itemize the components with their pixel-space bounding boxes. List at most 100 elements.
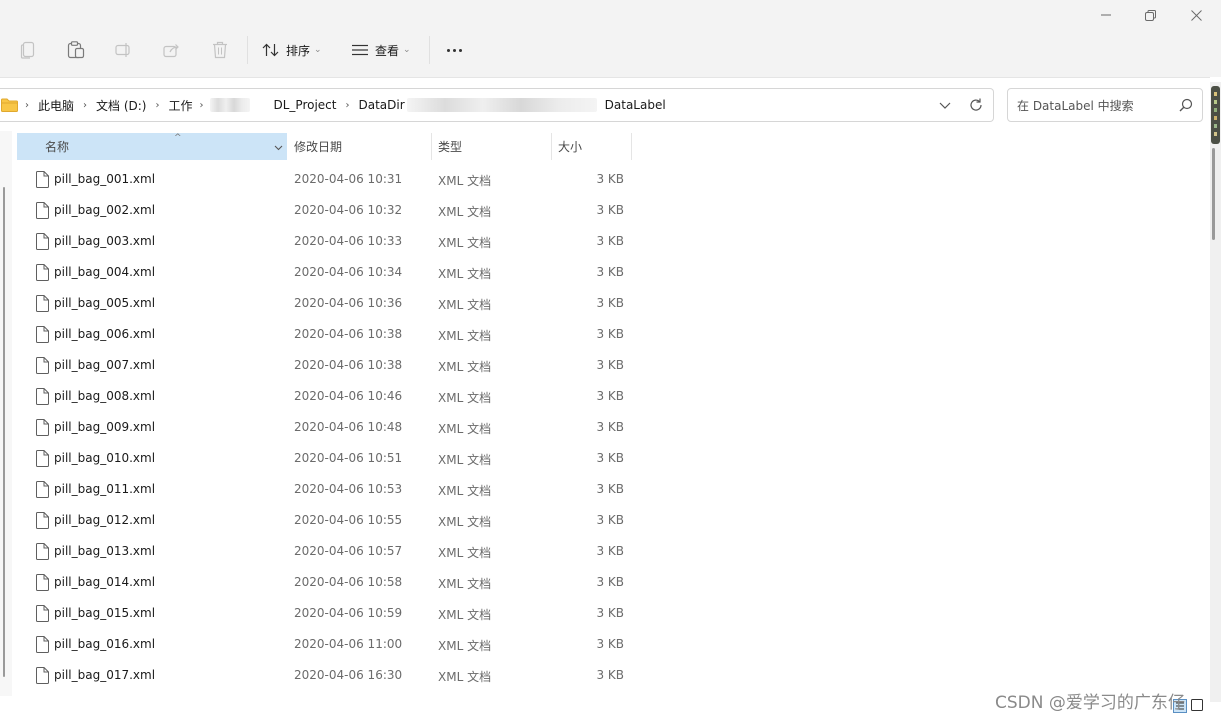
toolbar-separator bbox=[429, 36, 430, 64]
copy-icon bbox=[20, 41, 35, 59]
column-header-date[interactable]: 修改日期 bbox=[287, 133, 432, 160]
file-type: XML 文档 bbox=[438, 298, 492, 312]
file-name: pill_bag_017.xml bbox=[54, 668, 156, 682]
breadcrumb-dl-project[interactable]: DL_Project bbox=[274, 98, 337, 112]
share-icon bbox=[163, 44, 179, 58]
navigation-pane-edge bbox=[0, 131, 12, 696]
redacted-path-segment bbox=[209, 98, 250, 112]
close-button[interactable] bbox=[1173, 4, 1219, 26]
chevron-down-icon bbox=[274, 145, 283, 151]
file-row[interactable]: pill_bag_007.xml 2020-04-06 10:38 XML 文档 3 … bbox=[17, 350, 637, 381]
scrollbar-track-thumb[interactable] bbox=[1212, 148, 1215, 240]
document-icon bbox=[36, 605, 49, 625]
address-bar[interactable]: › 此电脑 › 文档 (D:) › 工作 › › DL_Project › Da… bbox=[0, 88, 994, 122]
file-row[interactable]: pill_bag_003.xml 2020-04-06 10:33 XML 文档 3 … bbox=[17, 226, 637, 257]
file-size: 3 KB bbox=[596, 389, 624, 403]
file-row[interactable]: pill_bag_017.xml 2020-04-06 16:30 XML 文档 3 … bbox=[17, 660, 637, 691]
file-size: 3 KB bbox=[596, 668, 624, 682]
column-headers: 名称 ^ 修改日期 类型 大小 bbox=[0, 131, 1210, 161]
refresh-button[interactable] bbox=[969, 98, 983, 115]
file-date: 2020-04-06 10:55 bbox=[294, 513, 403, 527]
chevron-down-icon: ⌄ bbox=[314, 45, 322, 55]
sort-button[interactable]: 排序 ⌄ bbox=[262, 38, 322, 62]
file-row[interactable]: pill_bag_004.xml 2020-04-06 10:34 XML 文档 3 … bbox=[17, 257, 637, 288]
file-date: 2020-04-06 16:30 bbox=[294, 668, 403, 682]
file-row[interactable]: pill_bag_006.xml 2020-04-06 10:38 XML 文档 3 … bbox=[17, 319, 637, 350]
refresh-icon bbox=[970, 98, 982, 111]
breadcrumb-datadir[interactable]: DataDir bbox=[358, 98, 404, 112]
file-size: 3 KB bbox=[596, 296, 624, 310]
document-icon bbox=[36, 450, 49, 470]
file-name: pill_bag_011.xml bbox=[54, 482, 156, 496]
view-button[interactable]: 查看 ⌄ bbox=[351, 38, 411, 62]
tiles-view-icon[interactable] bbox=[1191, 699, 1203, 711]
column-filter-button[interactable] bbox=[274, 141, 283, 155]
command-bar: 排序 ⌄ 查看 ⌄ bbox=[0, 0, 1221, 77]
document-icon bbox=[36, 512, 49, 532]
file-date: 2020-04-06 10:57 bbox=[294, 544, 403, 558]
file-date: 2020-04-06 10:51 bbox=[294, 451, 403, 465]
document-icon bbox=[36, 326, 49, 346]
column-size-label: 大小 bbox=[558, 140, 583, 154]
minimize-icon bbox=[1101, 14, 1111, 16]
minimize-button[interactable] bbox=[1083, 4, 1129, 26]
file-row[interactable]: pill_bag_002.xml 2020-04-06 10:32 XML 文档 3 … bbox=[17, 195, 637, 226]
file-name: pill_bag_007.xml bbox=[54, 358, 156, 372]
vertical-scrollbar[interactable] bbox=[1210, 82, 1221, 702]
view-label: 查看 bbox=[375, 43, 400, 58]
column-header-name[interactable]: 名称 ^ bbox=[17, 133, 287, 160]
chevron-right-icon: › bbox=[25, 99, 29, 111]
rename-button[interactable] bbox=[115, 38, 133, 62]
file-size: 3 KB bbox=[596, 544, 624, 558]
file-row[interactable]: pill_bag_008.xml 2020-04-06 10:46 XML 文档 3 … bbox=[17, 381, 637, 412]
document-icon bbox=[36, 202, 49, 222]
nav-scrollbar[interactable] bbox=[3, 187, 5, 677]
document-icon bbox=[36, 233, 49, 253]
file-date: 2020-04-06 10:31 bbox=[294, 172, 403, 186]
column-header-size[interactable]: 大小 bbox=[552, 133, 632, 160]
file-type: XML 文档 bbox=[438, 422, 492, 436]
more-dot bbox=[452, 48, 456, 52]
breadcrumb-datalabel[interactable]: DataLabel bbox=[605, 98, 666, 112]
file-row[interactable]: pill_bag_005.xml 2020-04-06 10:36 XML 文档 3 … bbox=[17, 288, 637, 319]
toolbar-separator bbox=[247, 36, 248, 64]
scrollbar-thumb[interactable] bbox=[1211, 86, 1220, 144]
file-size: 3 KB bbox=[596, 203, 624, 217]
breadcrumb-drive-d[interactable]: 文档 (D:) bbox=[96, 97, 146, 114]
file-type: XML 文档 bbox=[438, 267, 492, 281]
breadcrumb-work[interactable]: 工作 bbox=[168, 97, 192, 114]
file-name: pill_bag_002.xml bbox=[54, 203, 156, 217]
file-row[interactable]: pill_bag_011.xml 2020-04-06 10:53 XML 文档 3 … bbox=[17, 474, 637, 505]
file-row[interactable]: pill_bag_009.xml 2020-04-06 10:48 XML 文档 3 … bbox=[17, 412, 637, 443]
breadcrumb-this-pc[interactable]: 此电脑 bbox=[38, 97, 74, 114]
paste-button[interactable] bbox=[67, 38, 85, 62]
file-row[interactable]: pill_bag_014.xml 2020-04-06 10:58 XML 文档 3 … bbox=[17, 567, 637, 598]
file-row[interactable]: pill_bag_015.xml 2020-04-06 10:59 XML 文档 3 … bbox=[17, 598, 637, 629]
file-size: 3 KB bbox=[596, 234, 624, 248]
delete-button[interactable] bbox=[212, 38, 228, 62]
document-icon bbox=[36, 295, 49, 315]
file-type: XML 文档 bbox=[438, 546, 492, 560]
file-size: 3 KB bbox=[596, 265, 624, 279]
close-icon bbox=[1190, 9, 1202, 21]
copy-button[interactable] bbox=[20, 38, 36, 62]
file-size: 3 KB bbox=[596, 637, 624, 651]
search-box[interactable]: 在 DataLabel 中搜索 bbox=[1007, 88, 1203, 122]
file-row[interactable]: pill_bag_010.xml 2020-04-06 10:51 XML 文档 3 … bbox=[17, 443, 637, 474]
address-history-button[interactable] bbox=[939, 98, 951, 115]
see-more-button[interactable] bbox=[444, 38, 464, 62]
restore-button[interactable] bbox=[1127, 4, 1173, 26]
file-date: 2020-04-06 10:38 bbox=[294, 327, 403, 341]
navigation-bar: › 此电脑 › 文档 (D:) › 工作 › › DL_Project › Da… bbox=[0, 77, 1210, 131]
document-icon bbox=[36, 574, 49, 594]
column-header-type[interactable]: 类型 bbox=[432, 133, 552, 160]
document-icon bbox=[36, 264, 49, 284]
share-button[interactable] bbox=[163, 38, 181, 62]
file-row[interactable]: pill_bag_016.xml 2020-04-06 11:00 XML 文档 3 … bbox=[17, 629, 637, 660]
file-row[interactable]: pill_bag_001.xml 2020-04-06 10:31 XML 文档 3 … bbox=[17, 164, 637, 195]
document-icon bbox=[36, 481, 49, 501]
file-row[interactable]: pill_bag_013.xml 2020-04-06 10:57 XML 文档 3 … bbox=[17, 536, 637, 567]
file-size: 3 KB bbox=[596, 420, 624, 434]
file-row[interactable]: pill_bag_012.xml 2020-04-06 10:55 XML 文档 3 … bbox=[17, 505, 637, 536]
file-date: 2020-04-06 10:46 bbox=[294, 389, 403, 403]
